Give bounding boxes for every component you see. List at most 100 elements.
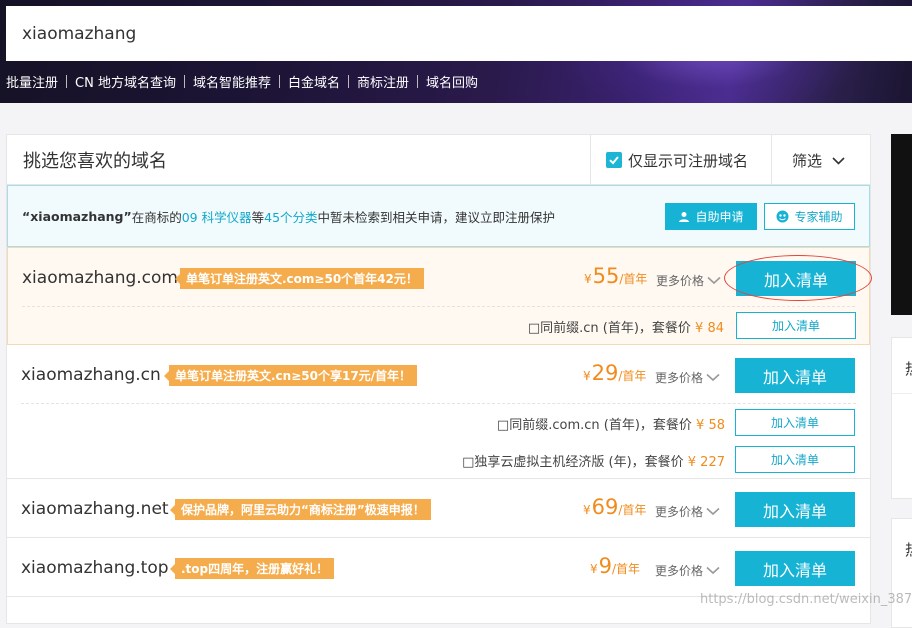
combo-offer-text: □独享云虚拟主机经济版 (年)，套餐价 ¥ 227 [462, 451, 725, 470]
link-divider [183, 75, 185, 88]
combo-add-button[interactable]: 加入清单 [735, 446, 855, 473]
more-prices-link[interactable]: 更多价格 [655, 369, 720, 386]
domain-list: xiaomazhang.com 单笔订单注册英文.com≥50个首年42元！ ¥… [7, 247, 872, 597]
currency-symbol: ¥ [590, 562, 598, 576]
quick-link-smart-recommend[interactable]: 域名智能推荐 [193, 72, 271, 91]
promo-tag: 单笔订单注册英文.cn≥50个享17元/首年！ [163, 365, 418, 386]
notice-text: 等 [251, 209, 265, 225]
price: ¥ 69 /首年 [583, 495, 646, 519]
domain-row-main: xiaomazhang.top .top四周年，注册赢好礼！ ¥ 9 /首年 更… [7, 538, 870, 596]
checkbox-checked-icon[interactable] [606, 152, 622, 168]
results-header: 挑选您喜欢的域名 仅显示可注册域名 筛选 [7, 135, 870, 185]
quick-link-trademark[interactable]: 商标注册 [357, 72, 409, 91]
domain-row-cn: xiaomazhang.cn 单笔订单注册英文.cn≥50个享17元/首年！ ¥… [7, 345, 870, 479]
price-unit: /首年 [612, 562, 641, 576]
notice-count-link[interactable]: 45个分类 [264, 207, 317, 226]
sidebar-card: 热 [891, 337, 912, 499]
domain-name: xiaomazhang.com [22, 268, 178, 288]
chevron-down-icon [706, 373, 720, 382]
more-prices-link[interactable]: 更多价格 [656, 272, 721, 289]
quick-link-buyback[interactable]: 域名回购 [426, 72, 478, 91]
promo-tag: 单笔订单注册英文.com≥50个首年42元！ [175, 268, 424, 289]
notice-keyword: “xiaomazhang” [22, 208, 132, 224]
combo-offer: □同前缀.com.cn (首年)，套餐价 ¥ 58 加入清单 [7, 404, 870, 441]
domain-search-input[interactable] [22, 23, 882, 44]
add-to-list-button[interactable]: 加入清单 [735, 551, 855, 586]
price-unit: /首年 [618, 369, 647, 383]
self-apply-button[interactable]: 自助申请 [665, 203, 757, 230]
add-to-list-button[interactable]: 加入清单 [735, 492, 855, 527]
more-prices-link[interactable]: 更多价格 [655, 562, 720, 579]
combo-description[interactable]: □独享云虚拟主机经济版 (年)，套餐价 [462, 455, 684, 470]
domain-row-net: xiaomazhang.net 保护品牌，阿里云助力“商标注册”极速申报！ ¥ … [7, 479, 870, 538]
sidebar-card: 热 [891, 518, 912, 628]
domain-name: xiaomazhang.top [21, 558, 169, 578]
trademark-notice: “xiaomazhang” 在商标的 09 科学仪器 等 45个分类 中暂未检索… [7, 185, 870, 247]
results-title: 挑选您喜欢的域名 [23, 150, 167, 172]
chevron-down-icon [707, 276, 721, 285]
add-to-list-button[interactable]: 加入清单 [736, 261, 856, 296]
combo-offer: □独享云虚拟主机经济版 (年)，套餐价 ¥ 227 加入清单 [7, 441, 870, 478]
combo-offer: □同前缀.cn (首年)，套餐价 ¥ 84 加入清单 [8, 307, 869, 344]
price: ¥ 55 /首年 [584, 264, 647, 288]
expert-assist-button[interactable]: 专家辅助 [764, 203, 855, 230]
domain-search-box[interactable] [6, 6, 912, 61]
quick-link-cn-regional[interactable]: CN 地方域名查询 [75, 72, 176, 91]
only-available-toggle[interactable]: 仅显示可注册域名 [590, 135, 771, 185]
price-value: 9 [598, 554, 613, 578]
combo-price: ¥ 227 [687, 455, 725, 470]
domain-results-panel: 挑选您喜欢的域名 仅显示可注册域名 筛选 “xiaomazhang” 在商标的 … [6, 134, 872, 624]
domain-name: xiaomazhang.net [21, 499, 169, 519]
more-prices-link[interactable]: 更多价格 [655, 503, 720, 520]
chevron-down-icon [832, 151, 845, 169]
chevron-down-icon [706, 566, 720, 575]
link-divider [66, 75, 68, 88]
price: ¥ 9 /首年 [590, 554, 640, 578]
price-value: 29 [591, 361, 619, 385]
only-available-label: 仅显示可注册域名 [628, 151, 749, 170]
domain-row-com: xiaomazhang.com 单笔订单注册英文.com≥50个首年42元！ ¥… [7, 247, 872, 345]
domain-row-top: xiaomazhang.top .top四周年，注册赢好礼！ ¥ 9 /首年 更… [7, 538, 870, 597]
sidebar-ad-banner[interactable] [891, 134, 912, 315]
price-unit: /首年 [618, 503, 647, 517]
self-apply-label: 自助申请 [695, 210, 744, 224]
sidebar-card-title: 热 [892, 358, 912, 379]
domain-row-main: xiaomazhang.cn 单笔订单注册英文.cn≥50个享17元/首年！ ¥… [7, 345, 870, 403]
combo-description[interactable]: □同前缀.cn (首年)，套餐价 [528, 321, 691, 336]
combo-offer-text: □同前缀.cn (首年)，套餐价 ¥ 84 [528, 317, 724, 336]
more-prices-label: 更多价格 [655, 371, 704, 385]
price-value: 69 [591, 495, 619, 519]
combo-add-button[interactable]: 加入清单 [736, 312, 856, 339]
promo-tag: 保护品牌，阿里云助力“商标注册”极速申报！ [170, 499, 431, 520]
quick-links-bar: 批量注册 CN 地方域名查询 域名智能推荐 白金域名 商标注册 域名回购 [6, 72, 478, 91]
combo-description[interactable]: □同前缀.com.cn (首年)，套餐价 [497, 418, 692, 433]
filter-label: 筛选 [792, 151, 823, 170]
domain-row-main: xiaomazhang.com 单笔订单注册英文.com≥50个首年42元！ ¥… [8, 248, 872, 306]
quick-link-platinum[interactable]: 白金域名 [288, 72, 340, 91]
add-to-list-button[interactable]: 加入清单 [735, 358, 855, 393]
expert-assist-label: 专家辅助 [794, 210, 843, 224]
combo-price: ¥ 84 [695, 321, 724, 336]
combo-add-button[interactable]: 加入清单 [735, 409, 855, 436]
quick-link-bulk-register[interactable]: 批量注册 [6, 72, 58, 91]
filter-dropdown[interactable]: 筛选 [771, 135, 871, 185]
currency-symbol: ¥ [583, 503, 591, 517]
sidebar-divider [892, 393, 912, 394]
currency-symbol: ¥ [583, 369, 591, 383]
currency-symbol: ¥ [584, 272, 592, 286]
user-icon [679, 211, 690, 222]
notice-category-link[interactable]: 09 科学仪器 [182, 207, 252, 226]
notice-text: 在商标的 [131, 209, 182, 225]
notice-text: 中暂未检索到相关申请，建议立即注册保护 [317, 209, 556, 225]
link-divider [417, 75, 418, 88]
domain-row-main: xiaomazhang.net 保护品牌，阿里云助力“商标注册”极速申报！ ¥ … [7, 479, 870, 537]
more-prices-label: 更多价格 [656, 274, 705, 288]
combo-price: ¥ 58 [696, 418, 725, 433]
sidebar-card-title: 热 [892, 539, 912, 560]
price: ¥ 29 /首年 [583, 361, 646, 385]
more-prices-label: 更多价格 [655, 564, 704, 578]
expert-icon [776, 210, 789, 223]
more-prices-label: 更多价格 [655, 505, 704, 519]
link-divider [347, 75, 349, 88]
combo-offer-text: □同前缀.com.cn (首年)，套餐价 ¥ 58 [497, 414, 725, 433]
